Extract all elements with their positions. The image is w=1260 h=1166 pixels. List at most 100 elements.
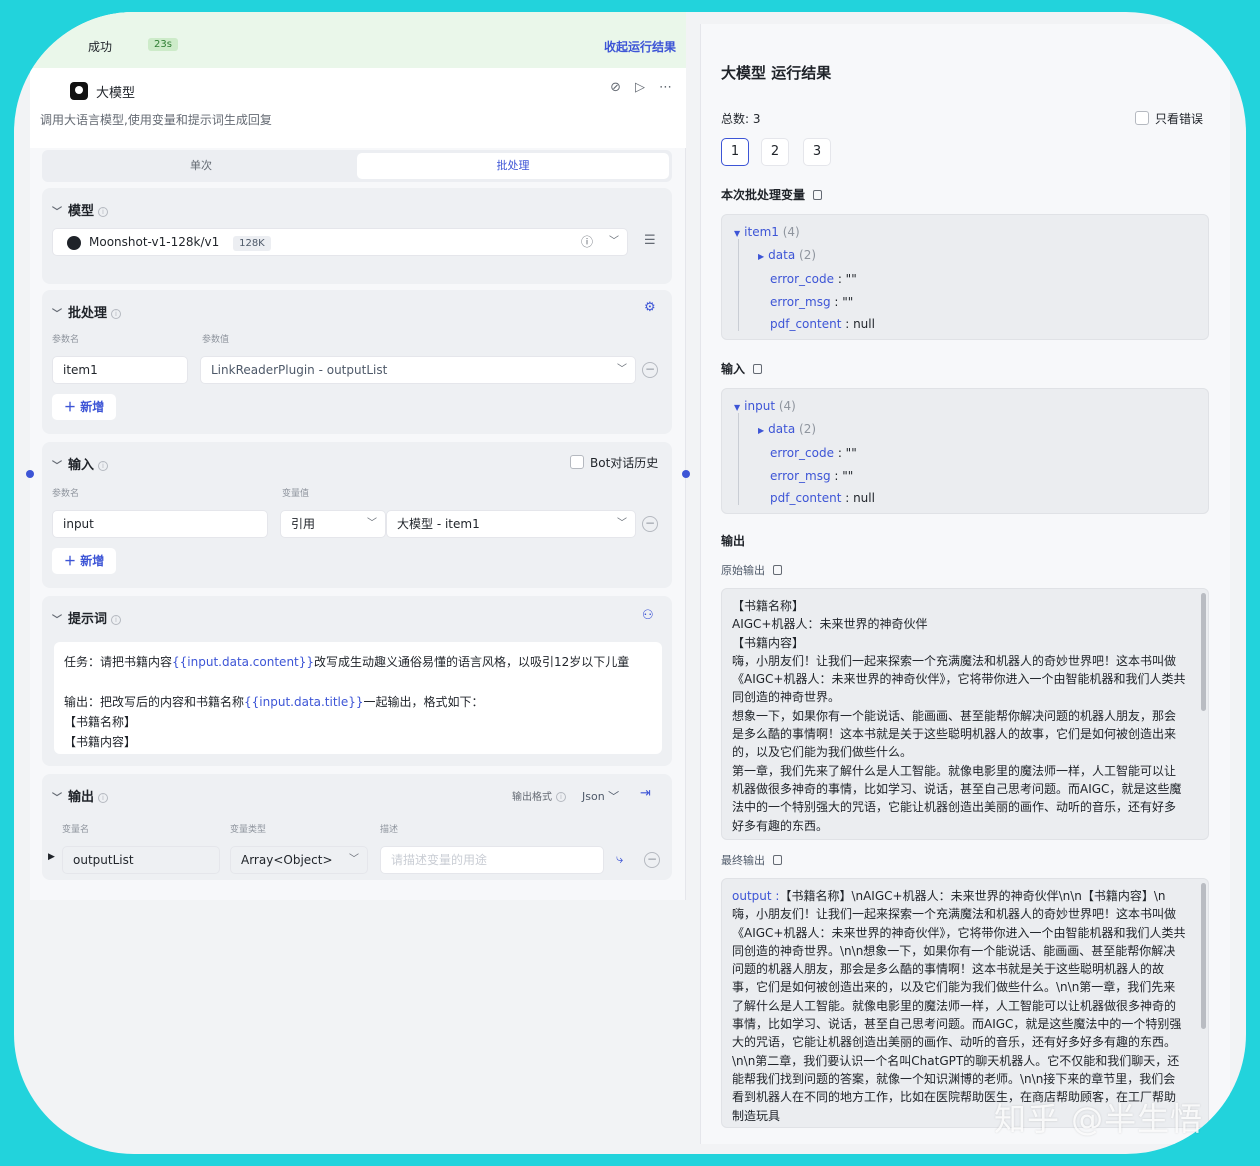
chevron-down-icon: ﹀ [52, 615, 62, 626]
settings-sliders-icon[interactable]: ☰ [644, 233, 656, 248]
param-name-label: 参数名 [52, 489, 80, 499]
info-circle-icon[interactable]: ⓘ [581, 229, 593, 255]
output-section-title[interactable]: ﹀ 输出 i [52, 786, 109, 805]
run-icon[interactable]: ▷ [635, 80, 645, 95]
plus-icon: ＋ [64, 400, 81, 414]
ref-value-select[interactable]: 大模型 - item1 ﹀ [386, 510, 636, 538]
remove-param-button[interactable]: − [642, 362, 658, 378]
scrollbar[interactable] [1201, 883, 1206, 1029]
checkbox[interactable] [570, 455, 584, 469]
batch-param-value-select[interactable]: LinkReaderPlugin - outputList ﹀ [200, 356, 636, 384]
plus-icon: ＋ [64, 554, 81, 568]
expand-triangle-icon[interactable]: ▶ [48, 852, 55, 862]
watermark: 知乎 @半生悟 [994, 1100, 1204, 1138]
scrollbar[interactable] [1201, 593, 1206, 711]
llm-logo-icon [70, 82, 88, 100]
copy-icon[interactable] [773, 565, 782, 575]
caret-down-icon: ▼ [734, 229, 741, 238]
param-name-label: 参数名 [52, 335, 80, 345]
batch-param-name-input[interactable]: item1 [52, 356, 188, 384]
add-input-button[interactable]: ＋ 新增 [52, 548, 117, 574]
param-value-label: 参数值 [202, 335, 230, 345]
remove-output-button[interactable]: − [644, 852, 660, 868]
chevron-down-icon: ﹀ [52, 207, 62, 218]
chevron-down-icon: ﹀ [367, 518, 377, 529]
input-port-handle[interactable] [26, 470, 34, 478]
collapse-results-link[interactable]: 收起运行结果 [604, 38, 676, 55]
node-title: 大模型 [96, 86, 136, 101]
ref-value-text: 大模型 - item1 [397, 517, 480, 531]
info-icon: i [98, 461, 109, 471]
tree-node-root[interactable]: ▼ input (4) [734, 399, 796, 413]
tree-field: error_msg : "" [770, 295, 854, 309]
copy-icon[interactable] [753, 364, 763, 374]
tree-node-data[interactable]: ▶ data (2) [758, 248, 816, 262]
caret-right-icon: ▶ [758, 426, 765, 435]
tree-field: error_msg : "" [770, 469, 854, 483]
prompt-library-icon[interactable]: ⚇ [642, 608, 654, 623]
only-errors-toggle[interactable]: 只看错误 [1135, 110, 1203, 127]
chevron-down-icon: ﹀ [609, 236, 619, 247]
prompt-card: ﹀ 提示词 i ⚇ 任务：请把书籍内容{{input.data.content}}改… [42, 596, 672, 766]
input-section-title[interactable]: ﹀ 输入 i [52, 454, 109, 473]
copy-icon[interactable] [773, 855, 782, 865]
run-time-badge: 23s [148, 38, 178, 51]
tab-batch[interactable]: 批处理 [357, 153, 669, 179]
page-button-2[interactable]: 2 [761, 138, 789, 166]
chevron-down-icon: ﹀ [617, 364, 627, 375]
prompt-editor[interactable]: 任务：请把书籍内容{{input.data.content}}改写成生动趣义通俗… [54, 642, 662, 754]
output-format-select[interactable]: Json ﹀ [582, 788, 619, 804]
total-count: 总数: 3 [721, 112, 761, 126]
output-desc-input[interactable]: 请描述变量的用途 [380, 846, 604, 874]
batch-vars-json: ▼ item1 (4) ▶ data (2) error_code : "" err… [721, 214, 1209, 340]
chevron-down-icon: ﹀ [617, 518, 627, 529]
nested-field-icon[interactable]: ⤷ [616, 852, 623, 867]
final-output-label: 最终输出 [721, 852, 782, 868]
model-section-title[interactable]: ﹀ 模型 i [52, 200, 109, 219]
prompt-section-title[interactable]: ﹀ 提示词 i [52, 608, 122, 627]
input-param-name[interactable]: input [52, 510, 268, 538]
info-icon: i [111, 615, 122, 625]
checkbox[interactable] [1135, 111, 1149, 125]
export-icon[interactable]: ⇥ [640, 786, 651, 801]
caret-right-icon: ▶ [758, 252, 765, 261]
page-button-1[interactable]: 1 [721, 138, 749, 166]
tree-field: error_code : "" [770, 272, 857, 286]
batch-vars-label: 本次批处理变量 [721, 186, 823, 203]
tree-node-root[interactable]: ▼ item1 (4) [734, 225, 800, 239]
moonshot-logo-icon [67, 236, 81, 250]
ref-type-select[interactable]: 引用 ﹀ [280, 510, 386, 538]
more-icon[interactable]: ⋯ [659, 80, 672, 95]
model-card: ﹀ 模型 i Moonshot-v1-128k/v1 128K ⓘ ﹀ ☰ [42, 188, 672, 284]
page-button-3[interactable]: 3 [803, 138, 831, 166]
output-label: 输出 [721, 534, 746, 548]
remove-input-button[interactable]: − [642, 516, 658, 532]
chevron-down-icon: ﹀ [52, 461, 62, 472]
output-var-name[interactable]: outputList [62, 846, 220, 874]
output-var-type-select[interactable]: Array<Object> ﹀ [230, 846, 368, 874]
tab-single[interactable]: 单次 [45, 153, 357, 179]
output-card: ﹀ 输出 i 输出格式 i Json ﹀ ⇥ 变量名 变量类型 描述 ▶ output… [42, 774, 672, 880]
output-format-label: 输出格式 i [512, 788, 566, 803]
tree-node-data[interactable]: ▶ data (2) [758, 422, 816, 436]
run-mode-tabs: 单次 批处理 [42, 150, 672, 182]
tree-field: error_code : "" [770, 446, 857, 460]
var-value-label: 变量值 [282, 489, 310, 499]
node-description: 调用大语言模型,使用变量和提示词生成回复 [40, 113, 272, 127]
info-icon: i [111, 309, 122, 319]
model-select[interactable]: Moonshot-v1-128k/v1 128K ⓘ ﹀ [52, 228, 628, 256]
bot-history-toggle[interactable]: Bot对话历史 [570, 454, 658, 471]
var-type-text: Array<Object> [241, 853, 333, 867]
final-output-text: output :【书籍名称】\nAIGC+机器人：未来世界的神奇伙伴\n\n【书… [721, 878, 1209, 1128]
results-title: 大模型 运行结果 [721, 64, 832, 82]
batch-section-title[interactable]: ﹀ 批处理 i [52, 302, 122, 321]
output-port-handle[interactable] [682, 470, 690, 478]
gear-icon[interactable]: ⚙ [644, 300, 656, 315]
add-batch-param-button[interactable]: ＋ 新增 [52, 394, 117, 420]
copy-icon[interactable] [813, 190, 823, 200]
tree-field: pdf_content : null [770, 491, 875, 505]
chevron-down-icon: ﹀ [52, 309, 62, 320]
node-actions: ⊘ ▷ ⋯ [610, 80, 672, 95]
debug-off-icon[interactable]: ⊘ [610, 80, 621, 95]
chevron-down-icon: ﹀ [52, 793, 62, 804]
